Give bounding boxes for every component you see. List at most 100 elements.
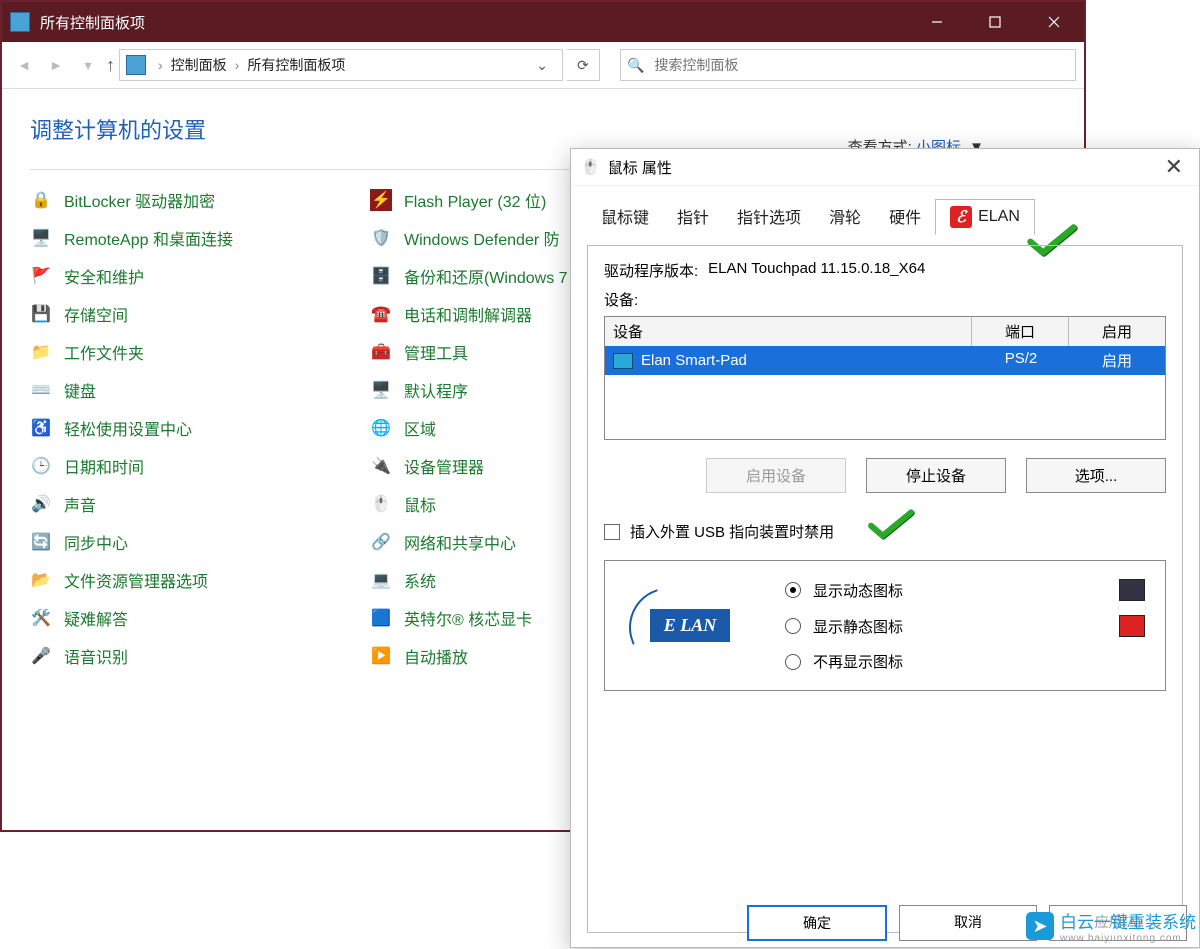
shield-icon: 🛡️ bbox=[370, 227, 392, 249]
radio-button[interactable] bbox=[785, 618, 801, 634]
flash-icon: ⚡ bbox=[370, 189, 392, 211]
keyboard-icon: ⌨️ bbox=[30, 379, 52, 401]
radio-button[interactable] bbox=[785, 582, 801, 598]
device-table-header: 设备 端口 启用 bbox=[605, 317, 1165, 346]
cancel-button[interactable]: 取消 bbox=[899, 905, 1037, 941]
col-enabled[interactable]: 启用 bbox=[1069, 317, 1165, 346]
up-button[interactable]: ↑ bbox=[106, 55, 115, 76]
breadcrumb-root[interactable]: 控制面板 bbox=[171, 55, 227, 75]
ok-button[interactable]: 确定 bbox=[747, 905, 887, 941]
tabpanel-elan: 驱动程序版本: ELAN Touchpad 11.15.0.18_X64 设备:… bbox=[587, 245, 1183, 933]
item-label: 区域 bbox=[404, 416, 436, 440]
cp-item-ease[interactable]: ♿ 轻松使用设置中心 bbox=[30, 416, 330, 440]
usb-disable-checkbox-row[interactable]: 插入外置 USB 指向装置时禁用 bbox=[604, 521, 1166, 542]
cp-item-bitlocker[interactable]: 🔒BitLocker 驱动器加密 bbox=[30, 188, 330, 212]
cp-item-troubleshoot[interactable]: 🛠️疑难解答 bbox=[30, 606, 330, 630]
item-label: 声音 bbox=[64, 492, 96, 516]
cp-item-sync[interactable]: 🔄 同步中心 bbox=[30, 530, 330, 554]
sync-icon: 🔄 bbox=[30, 531, 52, 553]
speaker-icon: 🔊 bbox=[30, 493, 52, 515]
radio-label: 不再显示图标 bbox=[813, 651, 903, 672]
search-icon: 🔍 bbox=[627, 57, 644, 74]
item-label: 存储空间 bbox=[64, 302, 128, 326]
items-column-1: 🔒BitLocker 驱动器加密 🖥️RemoteApp 和桌面连接 🚩安全和维… bbox=[30, 188, 330, 668]
breadcrumb-dropdown[interactable]: ⌄ bbox=[528, 57, 556, 74]
minimize-button[interactable] bbox=[908, 2, 966, 42]
item-label: 疑难解答 bbox=[64, 606, 128, 630]
system-icon: 💻 bbox=[370, 569, 392, 591]
item-label: 管理工具 bbox=[404, 340, 468, 364]
radio-button[interactable] bbox=[785, 654, 801, 670]
radio-static[interactable]: 显示静态图标 bbox=[785, 615, 1145, 637]
tools-icon: 🧰 bbox=[370, 341, 392, 363]
cp-item-speech[interactable]: 🎤语音识别 bbox=[30, 644, 330, 668]
tray-icon-preview bbox=[1119, 579, 1145, 601]
chevron-right-icon: › bbox=[231, 57, 244, 73]
radio-none[interactable]: 不再显示图标 bbox=[785, 651, 1145, 672]
watermark-brand: 白云一键重装系统 bbox=[1060, 908, 1196, 933]
col-port[interactable]: 端口 bbox=[972, 317, 1069, 346]
default-programs-icon: 🖥️ bbox=[370, 379, 392, 401]
tab-hardware[interactable]: 硬件 bbox=[875, 198, 935, 234]
item-label: 键盘 bbox=[64, 378, 96, 402]
search-box[interactable]: 🔍 bbox=[620, 49, 1076, 81]
device-row-selected[interactable]: Elan Smart-Pad PS/2 启用 bbox=[605, 346, 1165, 375]
usb-disable-label: 插入外置 USB 指向装置时禁用 bbox=[630, 521, 834, 542]
item-label: 设备管理器 bbox=[404, 454, 484, 478]
checkbox[interactable] bbox=[604, 524, 620, 540]
back-button[interactable]: ◄ bbox=[10, 51, 38, 79]
cp-item-sound[interactable]: 🔊 声音 bbox=[30, 492, 330, 516]
forward-button[interactable]: ► bbox=[42, 51, 70, 79]
tab-elan[interactable]: ℰ ELAN bbox=[935, 199, 1035, 235]
chevron-right-icon: › bbox=[154, 57, 167, 73]
history-dropdown[interactable]: ▾ bbox=[74, 51, 102, 79]
ease-icon: ♿ bbox=[30, 417, 52, 439]
item-label: 轻松使用设置中心 bbox=[64, 416, 192, 440]
search-input[interactable] bbox=[652, 56, 1069, 74]
cp-item-security[interactable]: 🚩安全和维护 bbox=[30, 264, 330, 288]
close-button[interactable]: ✕ bbox=[1159, 154, 1189, 180]
app-icon bbox=[10, 12, 30, 32]
tab-pointer-options[interactable]: 指针选项 bbox=[723, 198, 815, 234]
item-label: 同步中心 bbox=[64, 530, 128, 554]
breadcrumb-current[interactable]: 所有控制面板项 bbox=[247, 55, 345, 75]
touchpad-icon bbox=[613, 353, 633, 369]
cp-item-explorer[interactable]: 📂文件资源管理器选项 bbox=[30, 568, 330, 592]
folder-options-icon: 📂 bbox=[30, 569, 52, 591]
cp-item-remoteapp[interactable]: 🖥️RemoteApp 和桌面连接 bbox=[30, 226, 330, 250]
cp-item-workfolders[interactable]: 📁工作文件夹 bbox=[30, 340, 330, 364]
tab-buttons[interactable]: 鼠标键 bbox=[587, 198, 663, 234]
tab-pointer[interactable]: 指针 bbox=[663, 198, 723, 234]
item-label: 网络和共享中心 bbox=[404, 530, 516, 554]
item-label: 工作文件夹 bbox=[64, 340, 144, 364]
maximize-button[interactable] bbox=[966, 2, 1024, 42]
close-button[interactable] bbox=[1024, 2, 1084, 42]
tray-icon-group: E LAN 显示动态图标 显示静态图标 不再显示图标 bbox=[604, 560, 1166, 691]
item-label: 备份和还原(Windows 7 bbox=[404, 264, 568, 288]
cp-item-keyboard[interactable]: ⌨️ 键盘 bbox=[30, 378, 330, 402]
driver-version-value: ELAN Touchpad 11.15.0.18_X64 bbox=[708, 260, 925, 281]
watermark-url: www.baiyunxitong.com bbox=[1060, 933, 1196, 944]
refresh-button[interactable]: ⟳ bbox=[567, 49, 600, 81]
elan-badge-icon: ℰ bbox=[950, 206, 972, 228]
device-table: 设备 端口 启用 Elan Smart-Pad PS/2 启用 bbox=[604, 316, 1166, 440]
tab-wheel[interactable]: 滑轮 bbox=[815, 198, 875, 234]
mic-icon: 🎤 bbox=[30, 645, 52, 667]
item-label: 鼠标 bbox=[404, 492, 436, 516]
col-device[interactable]: 设备 bbox=[605, 317, 972, 346]
breadcrumb[interactable]: › 控制面板 › 所有控制面板项 ⌄ bbox=[119, 49, 563, 81]
stop-device-button[interactable]: 停止设备 bbox=[866, 458, 1006, 493]
device-name: Elan Smart-Pad bbox=[641, 352, 747, 369]
item-label: 系统 bbox=[404, 568, 436, 592]
dialog-titlebar: 🖱️ 鼠标 属性 ✕ bbox=[571, 149, 1199, 186]
radio-dynamic[interactable]: 显示动态图标 bbox=[785, 579, 1145, 601]
watermark-icon: ➤ bbox=[1026, 912, 1054, 940]
mouse-icon: 🖱️ bbox=[581, 158, 600, 176]
item-label: 英特尔® 核芯显卡 bbox=[404, 606, 532, 630]
item-label: 电话和调制解调器 bbox=[404, 302, 532, 326]
cp-item-storage[interactable]: 💾存储空间 bbox=[30, 302, 330, 326]
elan-logo: E LAN bbox=[625, 596, 755, 656]
cp-item-datetime[interactable]: 🕒日期和时间 bbox=[30, 454, 330, 478]
options-button[interactable]: 选项... bbox=[1026, 458, 1166, 493]
gpu-icon: 🟦 bbox=[370, 607, 392, 629]
